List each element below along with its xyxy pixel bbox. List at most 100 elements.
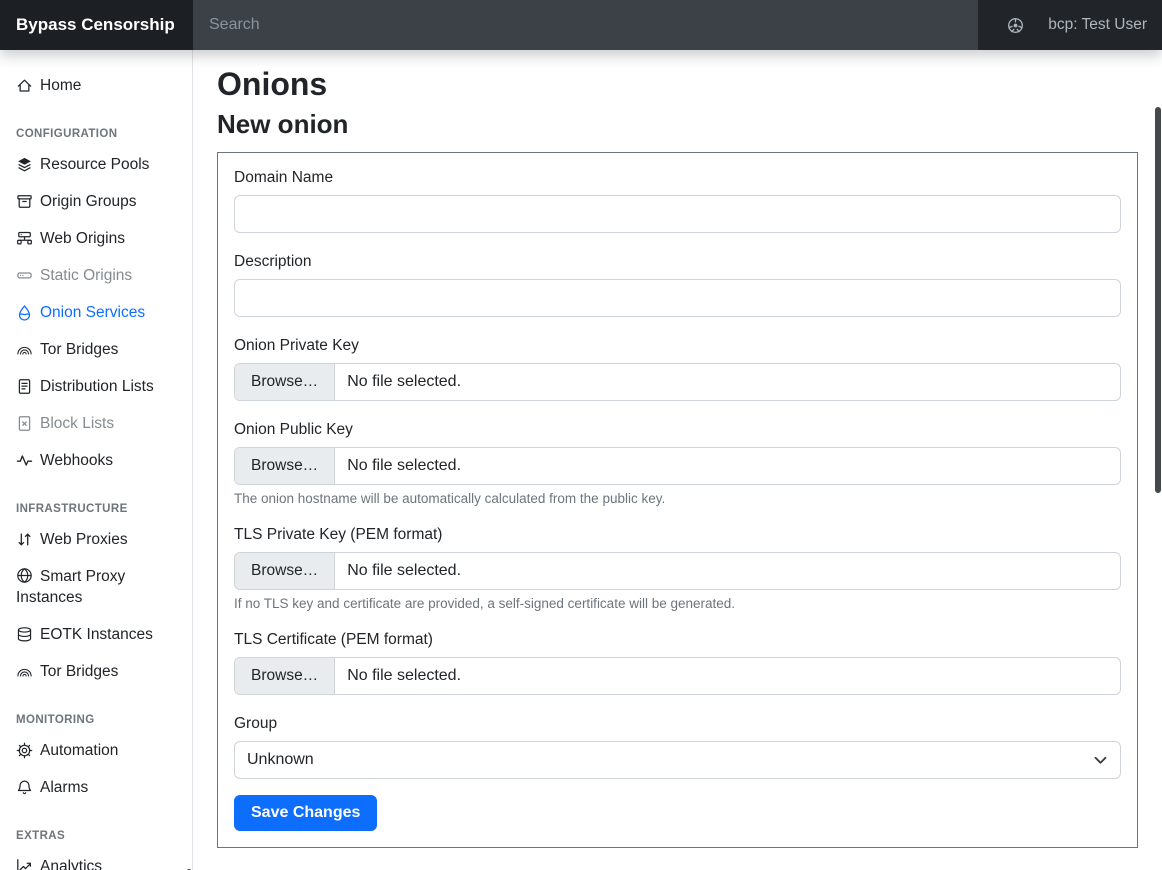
brand-link[interactable]: Bypass Censorship [16, 15, 175, 35]
tls-private-key-label: TLS Private Key (PEM format) [234, 526, 1121, 544]
onion-private-key-label: Onion Private Key [234, 337, 1121, 355]
hdd-network-icon [16, 230, 33, 247]
onion-public-key-file-input[interactable]: Browse… No file selected. [234, 447, 1121, 485]
rainbow-icon [16, 663, 33, 680]
field-onion-private-key: Onion Private Key Browse… No file select… [234, 337, 1121, 401]
tls-certificate-file-input[interactable]: Browse… No file selected. [234, 657, 1121, 695]
sidebar-item-label: Onion Services [40, 304, 145, 322]
domain-name-label: Domain Name [234, 169, 1121, 187]
sidebar-item-label: Origin Groups [40, 193, 136, 211]
page-title: Onions [217, 66, 1138, 103]
sidebar-section-monitoring: MONITORING [16, 708, 184, 732]
hdd-icon [16, 267, 33, 284]
sidebar-section-extras: EXTRAS [16, 824, 184, 848]
sidebar-item-label: Static Origins [40, 267, 132, 285]
sidebar-item-home[interactable]: Home [16, 67, 184, 104]
sidebar-item-label: Automation [40, 742, 118, 760]
browse-button[interactable]: Browse… [235, 364, 335, 400]
field-group: Group Unknown [234, 715, 1121, 779]
sidebar-section-infrastructure: INFRASTRUCTURE [16, 497, 184, 521]
group-selected-value: Unknown [247, 751, 314, 769]
group-label: Group [234, 715, 1121, 733]
sidebar-item-label: EOTK Instances [40, 626, 153, 644]
gear-icon [16, 742, 33, 759]
sidebar-section-configuration: CONFIGURATION [16, 122, 184, 146]
new-onion-form: Domain Name Description Onion Private Ke… [217, 152, 1138, 848]
sidebar-item-origin-groups[interactable]: Origin Groups [16, 183, 184, 220]
sidebar-item-label: Alarms [40, 779, 88, 797]
sidebar-item-analytics[interactable]: Analytics [16, 848, 184, 870]
sidebar-item-smart-proxy-instances[interactable]: Smart Proxy Instances [16, 558, 184, 616]
graph-up-arrow-icon [16, 858, 33, 870]
sidebar-item-label: Resource Pools [40, 156, 149, 174]
main-scrollbar[interactable] [1155, 107, 1161, 493]
browse-button[interactable]: Browse… [235, 553, 335, 589]
bell-icon [16, 779, 33, 796]
arrow-down-up-icon [16, 531, 33, 548]
file-status-text: No file selected. [335, 658, 461, 694]
tls-private-key-file-input[interactable]: Browse… No file selected. [234, 552, 1121, 590]
browse-button[interactable]: Browse… [235, 448, 335, 484]
sidebar-item-alarms[interactable]: Alarms [16, 769, 184, 806]
description-input[interactable] [234, 279, 1121, 317]
page-subtitle: New onion [217, 110, 1138, 140]
file-status-text: No file selected. [335, 448, 461, 484]
navbar-search-area [193, 0, 978, 50]
field-description: Description [234, 253, 1121, 317]
tls-certificate-label: TLS Certificate (PEM format) [234, 631, 1121, 649]
navbar-user-area: bcp: Test User [978, 0, 1162, 50]
onion-public-key-label: Onion Public Key [234, 421, 1121, 439]
browse-button[interactable]: Browse… [235, 658, 335, 694]
sidebar-item-label: Tor Bridges [40, 663, 118, 681]
file-status-text: No file selected. [335, 553, 461, 589]
globe-icon[interactable] [1007, 17, 1024, 34]
globe-icon [16, 567, 33, 584]
house-icon [16, 77, 33, 94]
onion-private-key-file-input[interactable]: Browse… No file selected. [234, 363, 1121, 401]
sidebar-item-label: Block Lists [40, 415, 114, 433]
domain-name-input[interactable] [234, 195, 1121, 233]
layers-icon [16, 156, 33, 173]
sidebar-item-onion-services[interactable]: Onion Services [16, 294, 184, 331]
sidebar-item-resource-pools[interactable]: Resource Pools [16, 146, 184, 183]
user-menu[interactable]: bcp: Test User [1048, 16, 1147, 34]
sidebar-item-web-origins[interactable]: Web Origins [16, 220, 184, 257]
file-status-text: No file selected. [335, 364, 461, 400]
sidebar-item-tor-bridges[interactable]: Tor Bridges [16, 331, 184, 368]
sidebar-item-static-origins[interactable]: Static Origins [16, 257, 184, 294]
sidebar-item-label: Web Origins [40, 230, 125, 248]
sidebar-item-label: Analytics [40, 858, 102, 870]
top-navbar: Bypass Censorship bcp: Test User [0, 0, 1162, 50]
field-tls-private-key: TLS Private Key (PEM format) Browse… No … [234, 526, 1121, 611]
save-changes-button[interactable]: Save Changes [234, 795, 377, 831]
main-content: Onions New onion Domain Name Description… [193, 50, 1162, 870]
field-tls-certificate: TLS Certificate (PEM format) Browse… No … [234, 631, 1121, 695]
navbar-brand-area: Bypass Censorship [0, 0, 193, 50]
search-input[interactable] [209, 16, 962, 34]
sidebar-item-webhooks[interactable]: Webhooks [16, 442, 184, 479]
field-onion-public-key: Onion Public Key Browse… No file selecte… [234, 421, 1121, 506]
sidebar-item-distribution-lists[interactable]: Distribution Lists [16, 368, 184, 405]
file-text-icon [16, 378, 33, 395]
sidebar-item-automation[interactable]: Automation [16, 732, 184, 769]
sidebar-item-label: Webhooks [40, 452, 113, 470]
onion-public-key-help: The onion hostname will be automatically… [234, 491, 1121, 506]
sidebar-item-label: Web Proxies [40, 531, 128, 549]
sidebar-item-label: Tor Bridges [40, 341, 118, 359]
sidebar: Home CONFIGURATION Resource Pools Origin… [0, 50, 193, 870]
sidebar-item-tor-bridges-2[interactable]: Tor Bridges [16, 653, 184, 690]
file-x-icon [16, 415, 33, 432]
droplet-icon [16, 304, 33, 321]
archive-icon [16, 193, 33, 210]
sidebar-item-eotk-instances[interactable]: EOTK Instances [16, 616, 184, 653]
field-domain-name: Domain Name [234, 169, 1121, 233]
activity-icon [16, 452, 33, 469]
rainbow-icon [16, 341, 33, 358]
sidebar-item-label: Distribution Lists [40, 378, 154, 396]
sidebar-item-web-proxies[interactable]: Web Proxies [16, 521, 184, 558]
sidebar-item-block-lists[interactable]: Block Lists [16, 405, 184, 442]
group-select[interactable]: Unknown [234, 741, 1121, 779]
tls-private-key-help: If no TLS key and certificate are provid… [234, 596, 1121, 611]
chevron-down-icon [1094, 756, 1107, 765]
database-icon [16, 626, 33, 643]
